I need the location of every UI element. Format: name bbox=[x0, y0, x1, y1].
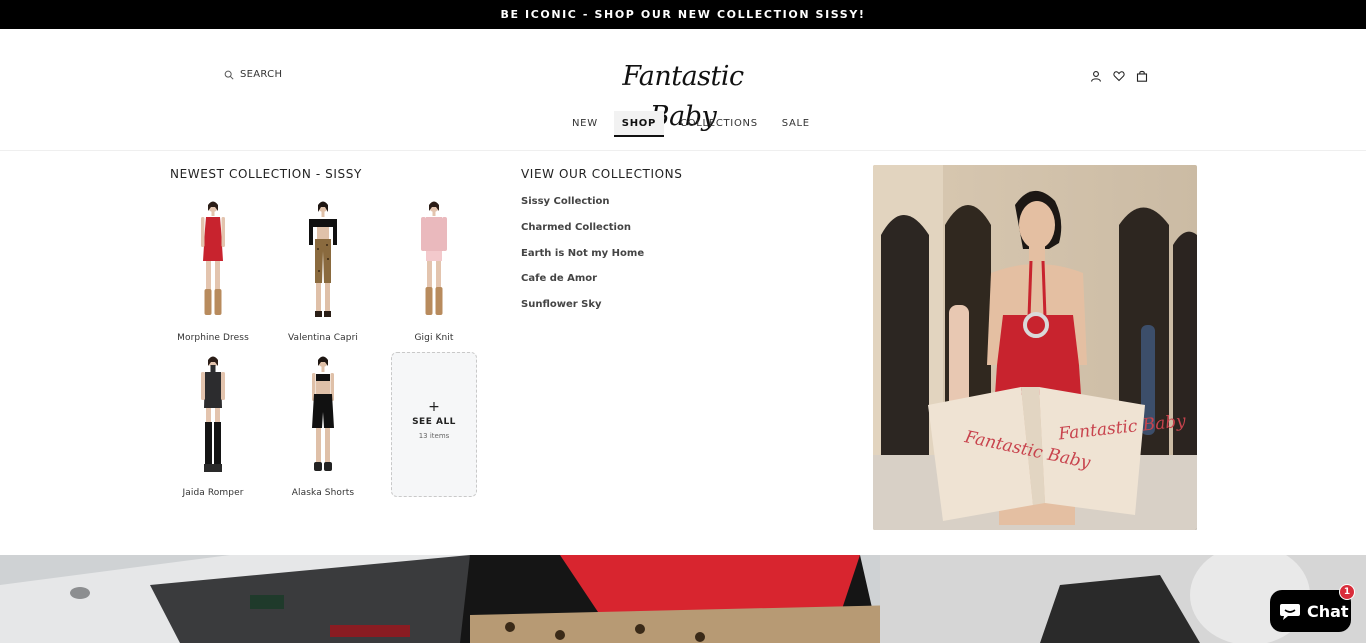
product-name: Gigi Knit bbox=[414, 333, 454, 343]
product-card[interactable]: Alaska Shorts bbox=[273, 354, 373, 498]
product-image bbox=[201, 201, 225, 315]
collections-list: Sissy Collection Charmed Collection Eart… bbox=[521, 195, 644, 324]
collection-link[interactable]: Sissy Collection bbox=[521, 195, 644, 221]
nav-item-shop[interactable]: SHOP bbox=[613, 111, 665, 137]
nav-item-collections[interactable]: COLLECTIONS bbox=[672, 111, 766, 135]
collection-link[interactable]: Charmed Collection bbox=[521, 221, 644, 247]
nav-item-new[interactable]: NEW bbox=[564, 111, 606, 135]
announcement-text: BE ICONIC - SHOP OUR NEW COLLECTION SISS… bbox=[500, 8, 866, 21]
product-image bbox=[421, 201, 447, 315]
main-nav: NEW SHOP COLLECTIONS SALE bbox=[560, 111, 822, 137]
product-card[interactable]: Jaida Romper bbox=[163, 354, 263, 498]
cart-bag-icon[interactable] bbox=[1135, 69, 1149, 83]
product-card[interactable]: Valentina Capri bbox=[273, 199, 373, 343]
nav-label: SHOP bbox=[621, 117, 656, 129]
site-header: SEARCH Fantastic Baby NEW SHOP COLLECTIO… bbox=[0, 29, 1366, 151]
site-logo[interactable]: Fantastic Baby bbox=[600, 57, 766, 132]
chat-label: Chat bbox=[1307, 601, 1349, 621]
product-name: Alaska Shorts bbox=[291, 488, 355, 498]
nav-label: NEW bbox=[572, 117, 598, 129]
shop-mega-menu: NEWEST COLLECTION - SISSY Morphine Dress… bbox=[0, 151, 1366, 555]
collections-title: VIEW OUR COLLECTIONS bbox=[521, 167, 683, 181]
account-icon[interactable] bbox=[1089, 69, 1103, 83]
wishlist-heart-icon[interactable] bbox=[1112, 69, 1126, 83]
product-name: Morphine Dress bbox=[177, 333, 249, 343]
chat-button[interactable]: Chat bbox=[1270, 590, 1351, 632]
search-button[interactable]: SEARCH bbox=[224, 69, 282, 80]
item-count: 13 items bbox=[418, 432, 450, 440]
nav-item-sale[interactable]: SALE bbox=[774, 111, 818, 135]
collection-link[interactable]: Earth is Not my Home bbox=[521, 247, 644, 273]
search-icon bbox=[224, 70, 234, 80]
product-name: Jaida Romper bbox=[182, 488, 244, 498]
nav-label: SALE bbox=[781, 117, 810, 129]
product-card[interactable]: Morphine Dress bbox=[163, 199, 263, 343]
announcement-bar[interactable]: BE ICONIC - SHOP OUR NEW COLLECTION SISS… bbox=[0, 0, 1366, 29]
plus-icon: + bbox=[428, 399, 440, 415]
see-all-card[interactable]: + SEE ALL 13 items bbox=[391, 352, 477, 497]
promo-image[interactable]: Fantastic Baby Fantastic Baby bbox=[873, 165, 1197, 530]
header-icons bbox=[1089, 69, 1149, 83]
newest-collection-title: NEWEST COLLECTION - SISSY bbox=[170, 167, 362, 181]
product-image bbox=[312, 356, 334, 471]
collection-link[interactable]: Cafe de Amor bbox=[521, 272, 644, 298]
product-name: Valentina Capri bbox=[287, 333, 359, 343]
see-all-label: SEE ALL bbox=[412, 417, 456, 427]
product-card[interactable]: Gigi Knit bbox=[384, 199, 484, 343]
notification-badge: 1 bbox=[1339, 584, 1355, 600]
chat-bubble-icon bbox=[1280, 604, 1300, 620]
product-image bbox=[201, 356, 225, 472]
product-image bbox=[309, 201, 337, 317]
nav-label: COLLECTIONS bbox=[680, 117, 758, 129]
collection-link[interactable]: Sunflower Sky bbox=[521, 298, 644, 324]
search-label: SEARCH bbox=[240, 69, 283, 80]
hero-banner[interactable] bbox=[0, 555, 1366, 643]
